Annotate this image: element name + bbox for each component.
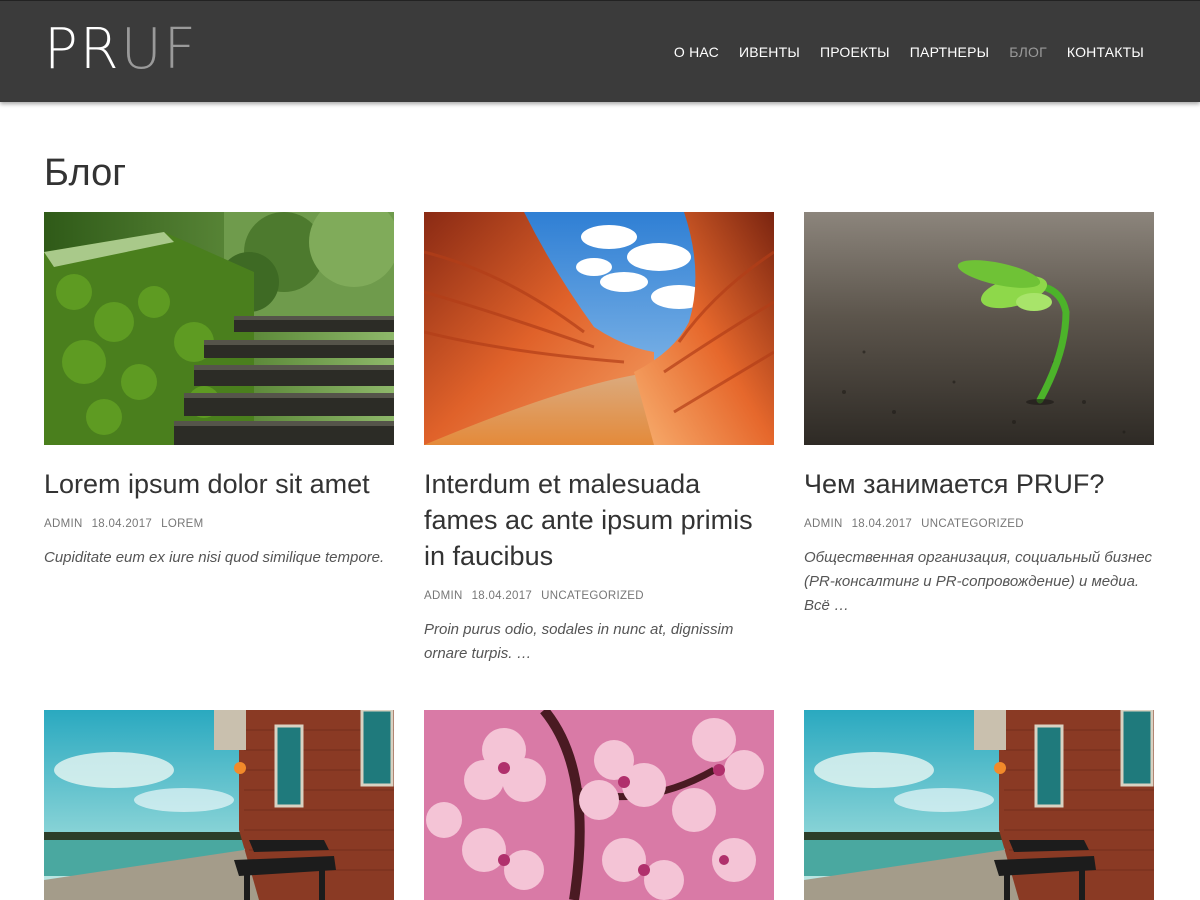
post-meta: ADMIN 18.04.2017 UNCATEGORIZED [804, 516, 1154, 532]
blog-post: Interdum et malesuada fames ac ante ipsu… [424, 212, 774, 681]
waterfront-bench-image [804, 710, 1154, 900]
post-date[interactable]: 18.04.2017 [472, 590, 533, 602]
blog-post [424, 710, 774, 900]
nav-blog[interactable]: БЛОГ [1009, 43, 1047, 61]
post-excerpt: Proin purus odio, sodales in nunc at, di… [424, 621, 734, 662]
post-title[interactable]: Чем занимается PRUF? [804, 466, 1154, 502]
nav-partners[interactable]: ПАРТНЕРЫ [910, 43, 989, 61]
main-nav: О НАС ИВЕНТЫ ПРОЕКТЫ ПАРТНЕРЫ БЛОГ КОНТА… [654, 43, 1144, 61]
post-author[interactable]: ADMIN [44, 518, 83, 530]
logo-part-1: PR [44, 17, 121, 82]
blog-post [44, 710, 394, 900]
post-excerpt: Общественная организация, социальный биз… [804, 549, 1152, 614]
waterfront-bench-image [44, 710, 394, 900]
post-title[interactable]: Interdum et malesuada fames ac ante ipsu… [424, 466, 774, 574]
post-category[interactable]: LOREM [161, 518, 203, 530]
blog-post: Чем занимается PRUF? ADMIN 18.04.2017 UNCA… [804, 212, 1154, 633]
post-excerpt: Cupiditate eum ex iure nisi quod similiq… [44, 549, 385, 566]
logo-part-2: UF [120, 17, 198, 82]
post-date[interactable]: 18.04.2017 [852, 518, 913, 530]
green-sprout-image [804, 212, 1154, 445]
post-thumbnail[interactable] [804, 710, 1154, 900]
nav-projects[interactable]: ПРОЕКТЫ [820, 43, 890, 61]
post-category[interactable]: UNCATEGORIZED [921, 518, 1024, 530]
post-thumbnail[interactable] [804, 212, 1154, 445]
post-category[interactable]: UNCATEGORIZED [541, 590, 644, 602]
post-author[interactable]: ADMIN [804, 518, 843, 530]
post-date[interactable]: 18.04.2017 [92, 518, 153, 530]
post-author[interactable]: ADMIN [424, 590, 463, 602]
mossy-stone-steps-image [44, 212, 394, 445]
post-thumbnail[interactable] [424, 212, 774, 445]
post-thumbnail[interactable] [424, 710, 774, 900]
post-thumbnail[interactable] [44, 212, 394, 445]
site-logo[interactable]: PRUF [44, 19, 198, 81]
page-title: Блог [44, 152, 127, 194]
post-meta: ADMIN 18.04.2017 UNCATEGORIZED [424, 588, 774, 604]
post-thumbnail[interactable] [44, 710, 394, 900]
nav-about[interactable]: О НАС [674, 43, 719, 61]
blog-post [804, 710, 1154, 900]
nav-events[interactable]: ИВЕНТЫ [739, 43, 800, 61]
post-meta: ADMIN 18.04.2017 LOREM [44, 516, 394, 532]
site-header: PRUF О НАС ИВЕНТЫ ПРОЕКТЫ ПАРТНЕРЫ БЛОГ … [0, 0, 1200, 102]
nav-contacts[interactable]: КОНТАКТЫ [1067, 43, 1144, 61]
pink-blossoms-image [424, 710, 774, 900]
red-sandstone-canyon-image [424, 212, 774, 445]
blog-post: Lorem ipsum dolor sit amet ADMIN 18.04.20… [44, 212, 394, 585]
post-title[interactable]: Lorem ipsum dolor sit amet [44, 466, 394, 502]
